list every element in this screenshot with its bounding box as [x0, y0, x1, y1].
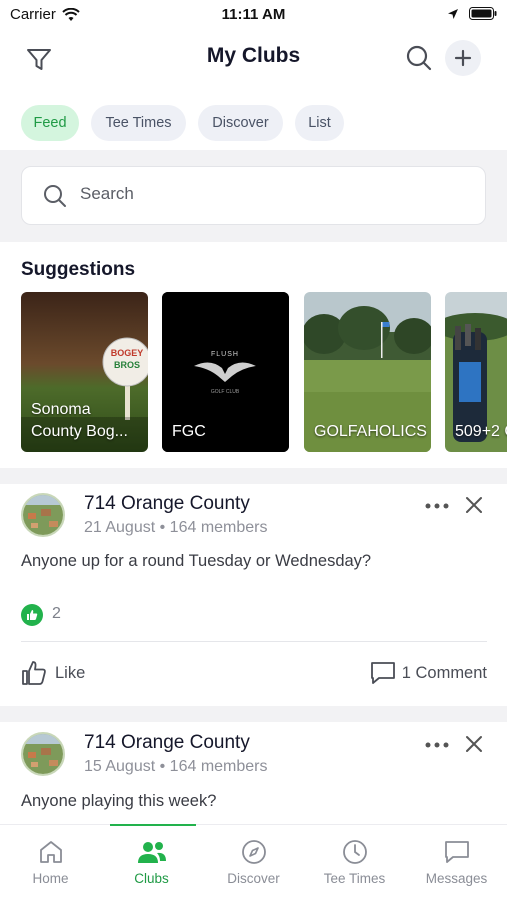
suggestion-card[interactable]: GOLFAHOLICS: [304, 292, 431, 452]
post-meta: 15 August • 164 members: [84, 758, 268, 775]
status-bar: Carrier 11:11 AM: [0, 0, 507, 30]
club-avatar[interactable]: [21, 732, 65, 776]
search-input[interactable]: [80, 184, 460, 204]
clock-icon: [342, 840, 367, 864]
club-avatar-image: [23, 495, 63, 535]
suggestion-card-label: 509+2 Golfers: [455, 423, 507, 440]
svg-text:BOGEY: BOGEY: [111, 348, 144, 358]
suggestion-card-label: Sonoma County Bog...: [31, 401, 128, 440]
compass-icon: [241, 840, 266, 864]
tab-clubs[interactable]: Clubs: [101, 839, 202, 886]
post-date: 21 August: [84, 519, 156, 536]
thumbs-up-icon: [22, 661, 46, 685]
thumbs-up-small-icon: [27, 610, 38, 620]
post-text: Anyone playing this week?: [21, 792, 217, 810]
like-button[interactable]: Like: [21, 660, 85, 686]
post-members: 164 members: [169, 758, 268, 775]
tab-clubs-label: Clubs: [134, 871, 169, 886]
feed-post: 714 Orange County 21 August • 164 member…: [0, 484, 507, 706]
search-field[interactable]: [21, 166, 486, 225]
suggestions-section: Suggestions BOGEY BROS Sonoma County Bog…: [0, 242, 507, 468]
post-text: Anyone up for a round Tuesday or Wednesd…: [21, 552, 372, 570]
people-icon: [137, 842, 166, 863]
tab-home-label: Home: [32, 871, 69, 886]
like-label: Like: [55, 663, 86, 682]
more-options-icon[interactable]: [425, 740, 449, 750]
chip-discover[interactable]: Discover: [198, 105, 283, 141]
tab-messages[interactable]: Messages: [406, 839, 507, 886]
chat-icon: [444, 841, 469, 863]
status-right: [447, 7, 497, 20]
tab-messages-label: Messages: [425, 871, 488, 886]
search-section: [0, 150, 507, 242]
post-club-name[interactable]: 714 Orange County: [84, 732, 250, 754]
post-members: 164 members: [169, 519, 268, 536]
tab-discover-label: Discover: [227, 871, 280, 886]
status-time: 11:11 AM: [221, 6, 286, 23]
suggestion-card-label: GOLFAHOLICS: [314, 423, 427, 440]
more-options-icon[interactable]: [425, 501, 449, 511]
comment-label: 1 Comment: [401, 663, 487, 682]
suggestions-title: Suggestions: [21, 259, 136, 280]
suggestion-card-label: FGC: [172, 423, 206, 440]
svg-text:GOLF CLUB: GOLF CLUB: [211, 389, 240, 395]
suggestion-card[interactable]: 509+2 Golfers: [445, 292, 507, 452]
chip-feed[interactable]: Feed: [21, 105, 79, 141]
search-icon: [406, 45, 432, 71]
suggestion-card[interactable]: FLUSH GOLF CLUB FGC: [162, 292, 289, 452]
search-button[interactable]: [403, 42, 435, 74]
search-field-icon: [44, 185, 66, 207]
suggestion-card[interactable]: BOGEY BROS Sonoma County Bog...: [21, 292, 148, 452]
plus-icon: [454, 49, 472, 67]
post-date: 15 August: [84, 758, 156, 775]
chip-list[interactable]: List: [295, 105, 344, 141]
like-count: 2: [52, 605, 61, 622]
like-badge-icon: [21, 604, 43, 626]
view-chips: Feed Tee Times Discover List: [0, 88, 507, 150]
svg-text:FLUSH: FLUSH: [211, 351, 239, 358]
close-icon[interactable]: [463, 494, 485, 516]
post-meta: 21 August • 164 members: [84, 519, 268, 536]
svg-text:BROS: BROS: [114, 360, 140, 370]
home-icon: [39, 841, 62, 863]
tab-tee-times-label: Tee Times: [323, 871, 386, 886]
club-avatar[interactable]: [21, 493, 65, 537]
club-avatar-image: [23, 734, 63, 774]
bottom-tab-bar: Home Clubs Discover Tee Times Messages: [0, 824, 507, 900]
add-button[interactable]: [445, 40, 481, 76]
tab-discover[interactable]: Discover: [203, 839, 304, 886]
tab-home[interactable]: Home: [0, 839, 101, 886]
battery-icon: [469, 7, 497, 20]
location-arrow-icon: [448, 8, 458, 19]
active-tab-indicator: [110, 824, 196, 826]
post-divider: [21, 641, 487, 642]
chip-tee-times[interactable]: Tee Times: [91, 105, 186, 141]
comment-icon: [370, 662, 395, 684]
close-icon[interactable]: [463, 733, 485, 755]
feed-post: 714 Orange County 15 August • 164 member…: [0, 722, 507, 824]
comment-button[interactable]: 1 Comment: [370, 660, 487, 686]
post-club-name[interactable]: 714 Orange County: [84, 493, 250, 515]
tab-tee-times[interactable]: Tee Times: [304, 839, 405, 886]
top-bar: My Clubs: [0, 30, 507, 88]
